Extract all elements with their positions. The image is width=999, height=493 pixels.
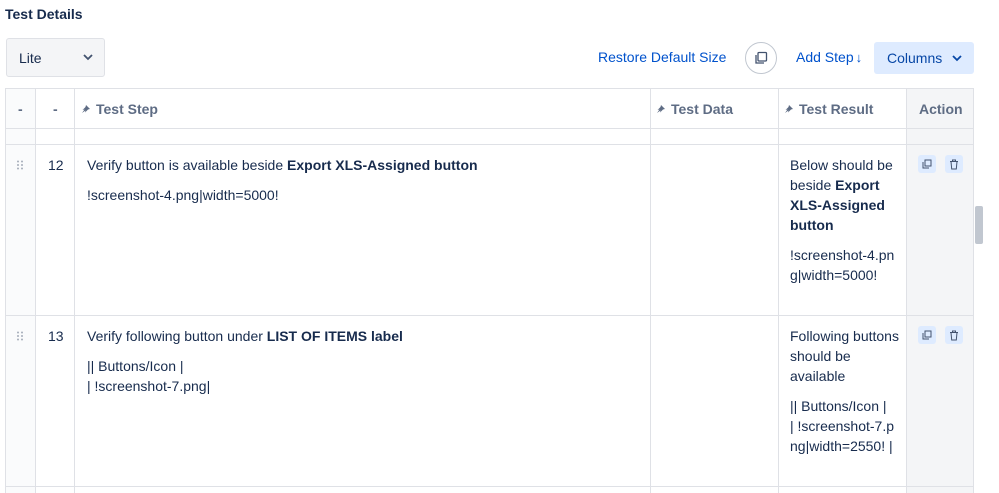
section-title: Test Details [5,6,83,22]
column-header-test-data[interactable]: Test Data [656,89,733,129]
result-line: || Buttons/Icon | [790,398,887,414]
view-mode-value: Lite [19,49,42,66]
view-mode-select[interactable]: Lite [6,38,105,77]
clone-step-button[interactable] [918,326,936,344]
add-step-link[interactable]: Add Step ↓ [796,49,862,65]
delete-step-button[interactable] [945,326,963,344]
action-column-bg [906,89,973,493]
column-header-action: Action [919,101,963,117]
test-data-cell[interactable] [656,155,772,315]
test-data-cell[interactable] [656,326,772,486]
clone-icon [922,159,932,169]
column-header-number[interactable]: - [53,89,58,129]
pin-icon[interactable] [81,104,91,114]
column-divider [35,89,36,493]
step-number: 12 [48,157,64,173]
test-step-cell[interactable]: Verify button is available beside Export… [87,155,642,215]
arrow-down-icon: ↓ [855,50,863,65]
step-line: || Buttons/Icon | [87,358,184,374]
copy-button[interactable] [745,42,777,74]
chevron-down-icon [952,55,962,62]
step-bold-text: LIST OF ITEMS label [266,328,403,344]
vertical-scrollbar[interactable] [975,206,983,244]
clone-icon [922,330,932,340]
column-divider [778,89,779,493]
step-line: | !screenshot-7.png| [87,378,211,394]
table-header: - - Test Step Test Data Test Result Acti… [6,89,973,129]
step-bold-text: Export XLS-Assigned button [287,157,478,173]
step-number: 13 [48,328,64,344]
columns-button[interactable]: Columns [874,42,974,74]
step-text: Verify button is available beside [87,157,288,173]
trash-icon [950,159,958,169]
result-line: !screenshot-4.png|width=5000! [790,247,895,283]
trash-icon [950,330,958,340]
add-step-label: Add Step [796,49,854,65]
drag-column-bg [6,89,35,493]
drag-handle-icon[interactable] [16,331,24,341]
test-result-cell[interactable]: Below should be beside Export XLS-Assign… [790,155,900,295]
test-steps-table: - - Test Step Test Data Test Result Acti… [5,88,974,493]
step-text: Verify following button under [87,328,267,344]
clone-step-button[interactable] [918,155,936,173]
drag-handle-icon[interactable] [16,160,24,170]
column-header-test-result[interactable]: Test Result [784,89,873,129]
column-label: Test Result [799,101,874,117]
result-text: Following buttons should be available [790,328,899,384]
row-divider [6,315,973,316]
pin-icon[interactable] [784,104,794,114]
row-divider [6,144,973,145]
test-result-cell[interactable]: Following buttons should be available ||… [790,326,900,456]
result-line: | !screenshot-7.png|width=2550! | [790,418,895,454]
column-label: Test Step [96,101,158,117]
column-label: Test Data [671,101,733,117]
pin-icon[interactable] [656,104,666,114]
restore-default-size-link[interactable]: Restore Default Size [598,49,726,65]
column-header-drag[interactable]: - [18,89,23,129]
step-line: !screenshot-4.png|width=5000! [87,187,279,203]
column-divider [74,89,75,493]
column-divider [650,89,651,493]
chevron-down-icon [83,54,93,61]
copy-icon [755,51,768,64]
column-header-test-step[interactable]: Test Step [81,89,158,129]
test-step-cell[interactable]: Verify following button under LIST OF IT… [87,326,642,396]
column-divider [906,89,907,493]
row-divider [6,486,973,487]
delete-step-button[interactable] [945,155,963,173]
columns-label: Columns [887,50,943,66]
